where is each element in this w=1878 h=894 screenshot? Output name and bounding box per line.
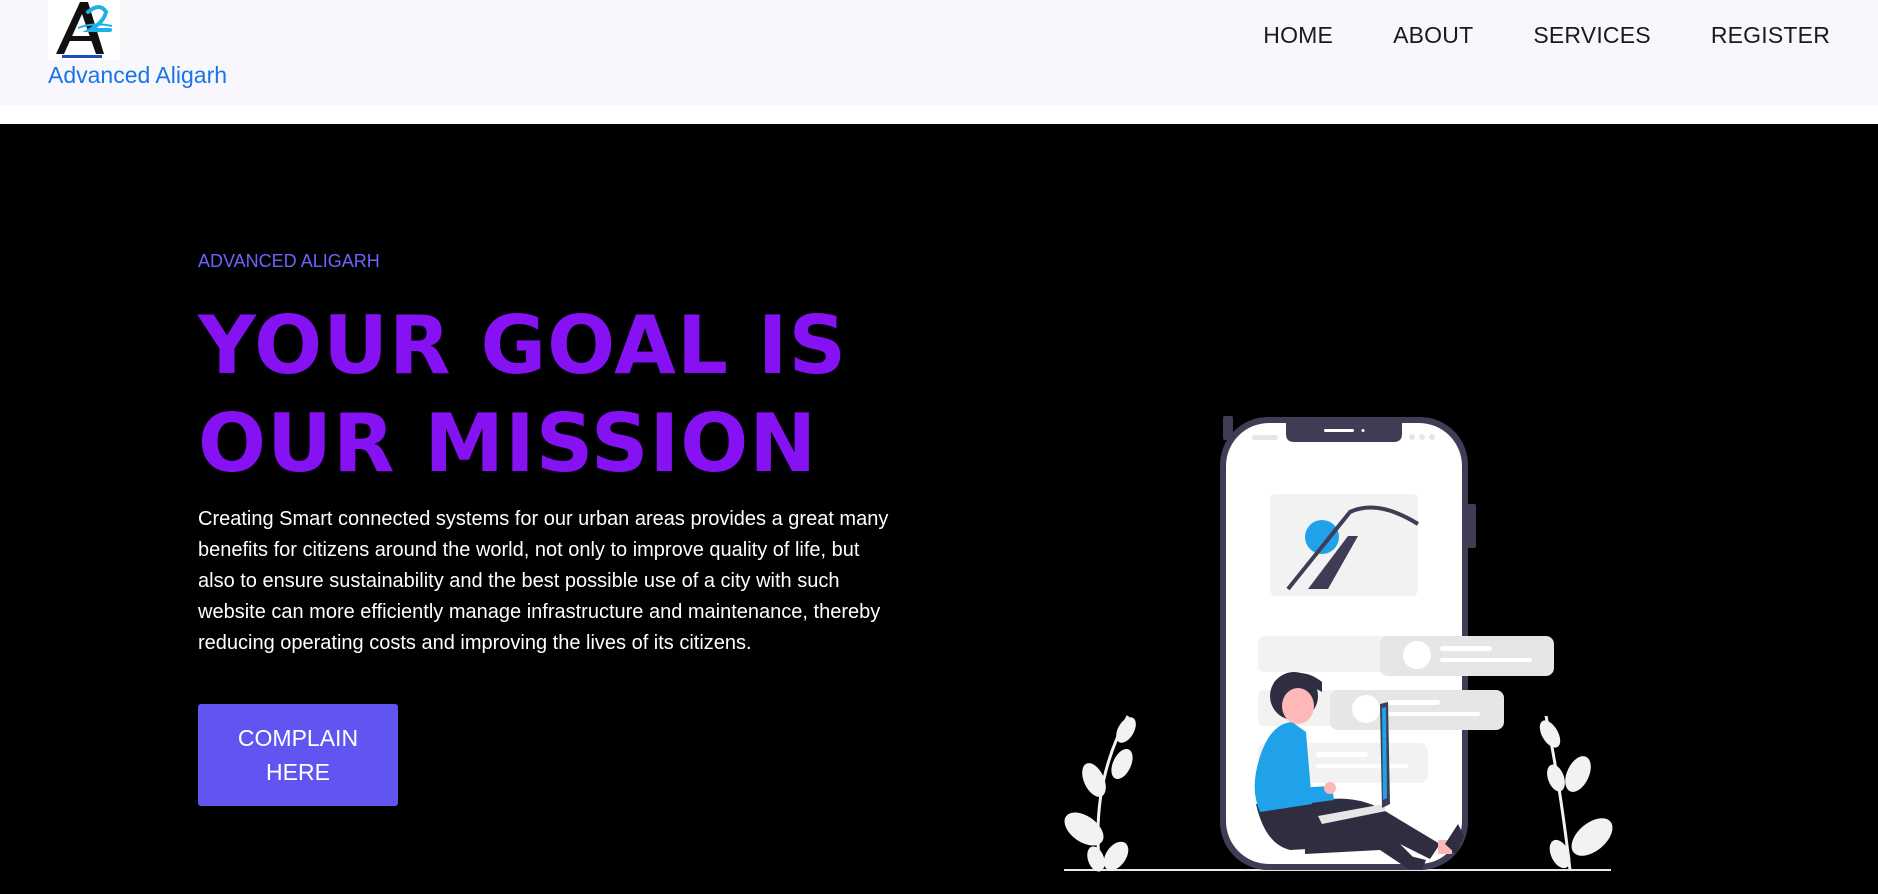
hero-intro-text: Creating Smart connected systems for our… — [198, 508, 889, 654]
brand-name-link[interactable]: Advanced Aligarh — [48, 62, 227, 89]
right-plant-icon — [1539, 715, 1613, 871]
navbar: Advanced Aligarh HOME ABOUT SERVICES REG… — [0, 0, 1878, 105]
nav-home-link[interactable]: HOME — [1263, 20, 1333, 50]
nav-about-link[interactable]: ABOUT — [1393, 20, 1473, 50]
main-nav: HOME ABOUT SERVICES REGISTER — [1203, 20, 1830, 50]
nav-register-link[interactable]: REGISTER — [1711, 20, 1830, 50]
hero-headline: YOUR GOAL IS OUR MISSION — [198, 299, 848, 490]
hero-kicker: ADVANCED ALIGARH — [198, 251, 380, 271]
brand-logo-icon[interactable] — [48, 0, 120, 60]
left-plant-icon — [1064, 715, 1136, 872]
nav-services-link[interactable]: SERVICES — [1533, 20, 1651, 50]
complain-here-button[interactable]: COMPLAIN HERE — [198, 704, 398, 806]
hero-illustration — [1064, 416, 1613, 872]
hero-section: ADVANCED ALIGARH YOUR GOAL IS OUR MISSIO… — [0, 124, 1878, 894]
